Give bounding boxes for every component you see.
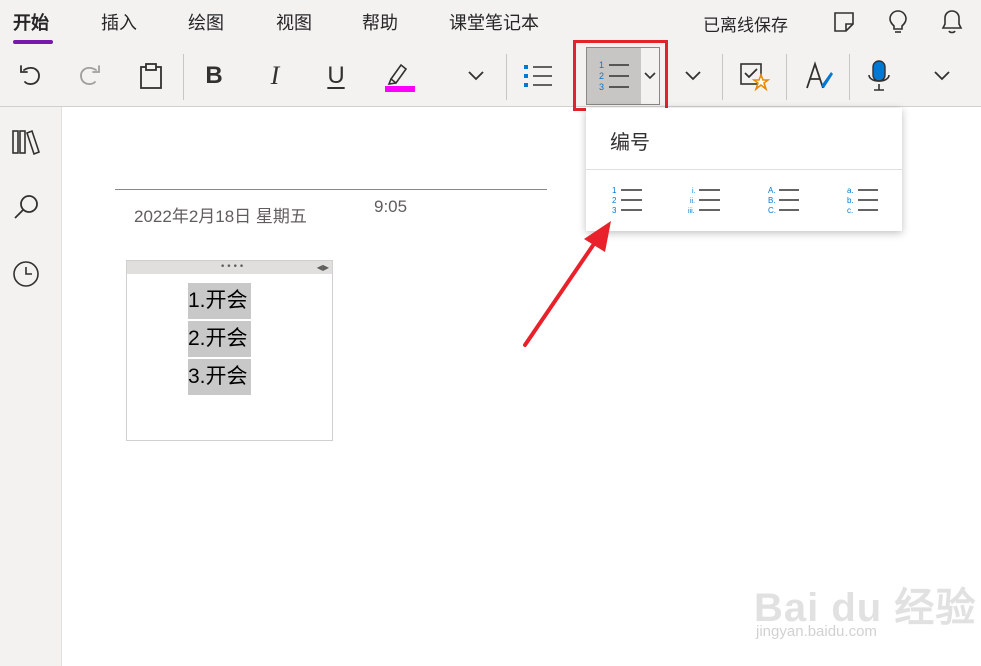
tab-home[interactable]: 开始 <box>13 9 49 35</box>
svg-text:B.: B. <box>768 196 776 205</box>
list-item[interactable]: 2.开会 <box>188 321 251 357</box>
tab-view[interactable]: 视图 <box>276 9 312 35</box>
page-time: 9:05 <box>374 197 408 216</box>
note-container[interactable]: •••• ◀▶ 1.开会 2.开会 3.开会 <box>126 260 333 441</box>
ribbon-tabs: 开始 插入 绘图 视图 帮助 课堂笔记本 已离线保存 <box>0 0 981 46</box>
ribbon-separator <box>849 54 850 100</box>
svg-text:C.: C. <box>768 206 776 215</box>
highlighter-icon[interactable] <box>378 56 418 96</box>
list-item[interactable]: 1.开会 <box>188 283 251 319</box>
dictate-microphone-icon[interactable] <box>862 56 896 96</box>
more-paragraph-chevron-icon[interactable] <box>676 56 710 96</box>
active-tab-indicator <box>13 40 53 44</box>
numbering-dropdown-menu: 编号 1 2 3 i. ii. iii. A. B. C. a. b. c. <box>586 108 902 231</box>
numbering-menu-title: 编号 <box>610 130 650 154</box>
drag-handle-icon[interactable]: •••• <box>220 263 245 272</box>
ribbon-separator <box>506 54 507 100</box>
numbering-option-upper-alpha[interactable]: A. B. C. <box>759 180 809 220</box>
resize-arrows-icon[interactable]: ◀▶ <box>317 263 329 272</box>
bell-icon[interactable] <box>938 8 966 36</box>
annotation-highlight-box <box>573 40 668 111</box>
tab-insert[interactable]: 插入 <box>101 9 137 35</box>
sticky-note-icon[interactable] <box>830 8 858 36</box>
svg-text:ii.: ii. <box>690 198 695 205</box>
svg-text:b.: b. <box>847 196 854 205</box>
svg-text:a.: a. <box>847 186 854 195</box>
ribbon-separator <box>722 54 723 100</box>
undo-icon[interactable] <box>12 56 48 96</box>
page-date: 2022年2月18日 星期五 <box>134 207 307 226</box>
watermark-url: jingyan.baidu.com <box>756 623 877 640</box>
list-item[interactable]: 3.开会 <box>188 359 251 395</box>
page-title-underline[interactable] <box>115 189 547 190</box>
bullet-list-icon[interactable] <box>518 56 558 96</box>
numbering-option-123[interactable]: 1 2 3 <box>602 180 652 220</box>
ribbon-separator <box>786 54 787 100</box>
svg-text:i.: i. <box>692 188 696 195</box>
ribbon-toolbar: B I U <box>0 46 981 106</box>
styles-icon[interactable] <box>800 56 838 96</box>
baidu-jingyan-watermark: Bai du 经验 jingyan.baidu.com <box>754 575 975 645</box>
svg-text:1: 1 <box>612 186 617 195</box>
svg-text:iii.: iii. <box>688 208 695 215</box>
sync-status[interactable]: 已离线保存 <box>703 11 788 36</box>
toolbar-divider <box>0 106 981 107</box>
redo-icon[interactable] <box>72 56 108 96</box>
svg-text:2: 2 <box>612 196 617 205</box>
italic-button[interactable]: I <box>257 56 293 96</box>
more-formatting-chevron-icon[interactable] <box>459 56 493 96</box>
tab-draw[interactable]: 绘图 <box>188 9 224 35</box>
more-voice-chevron-icon[interactable] <box>925 56 959 96</box>
recent-clock-icon[interactable] <box>10 258 42 290</box>
tab-class-notebook[interactable]: 课堂笔记本 <box>449 9 539 35</box>
tab-help[interactable]: 帮助 <box>362 9 398 35</box>
svg-text:A.: A. <box>768 186 776 195</box>
underline-button[interactable]: U <box>318 56 354 96</box>
top-bar: 开始 插入 绘图 视图 帮助 课堂笔记本 已离线保存 B I U <box>0 0 981 107</box>
numbering-option-roman[interactable]: i. ii. iii. <box>680 180 730 220</box>
lightbulb-icon[interactable] <box>884 8 912 36</box>
navigation-sidebar <box>0 107 62 666</box>
note-container-handle[interactable]: •••• ◀▶ <box>127 261 332 274</box>
bold-button[interactable]: B <box>196 56 232 96</box>
menu-divider <box>586 169 902 170</box>
tag-star-icon[interactable] <box>735 56 773 96</box>
search-icon[interactable] <box>10 191 42 223</box>
clipboard-icon[interactable] <box>133 56 169 96</box>
svg-text:c.: c. <box>847 206 853 215</box>
numbering-option-lower-alpha[interactable]: a. b. c. <box>838 180 888 220</box>
svg-text:3: 3 <box>612 206 617 215</box>
ribbon-separator <box>183 54 184 100</box>
notebooks-library-icon[interactable] <box>10 126 42 158</box>
